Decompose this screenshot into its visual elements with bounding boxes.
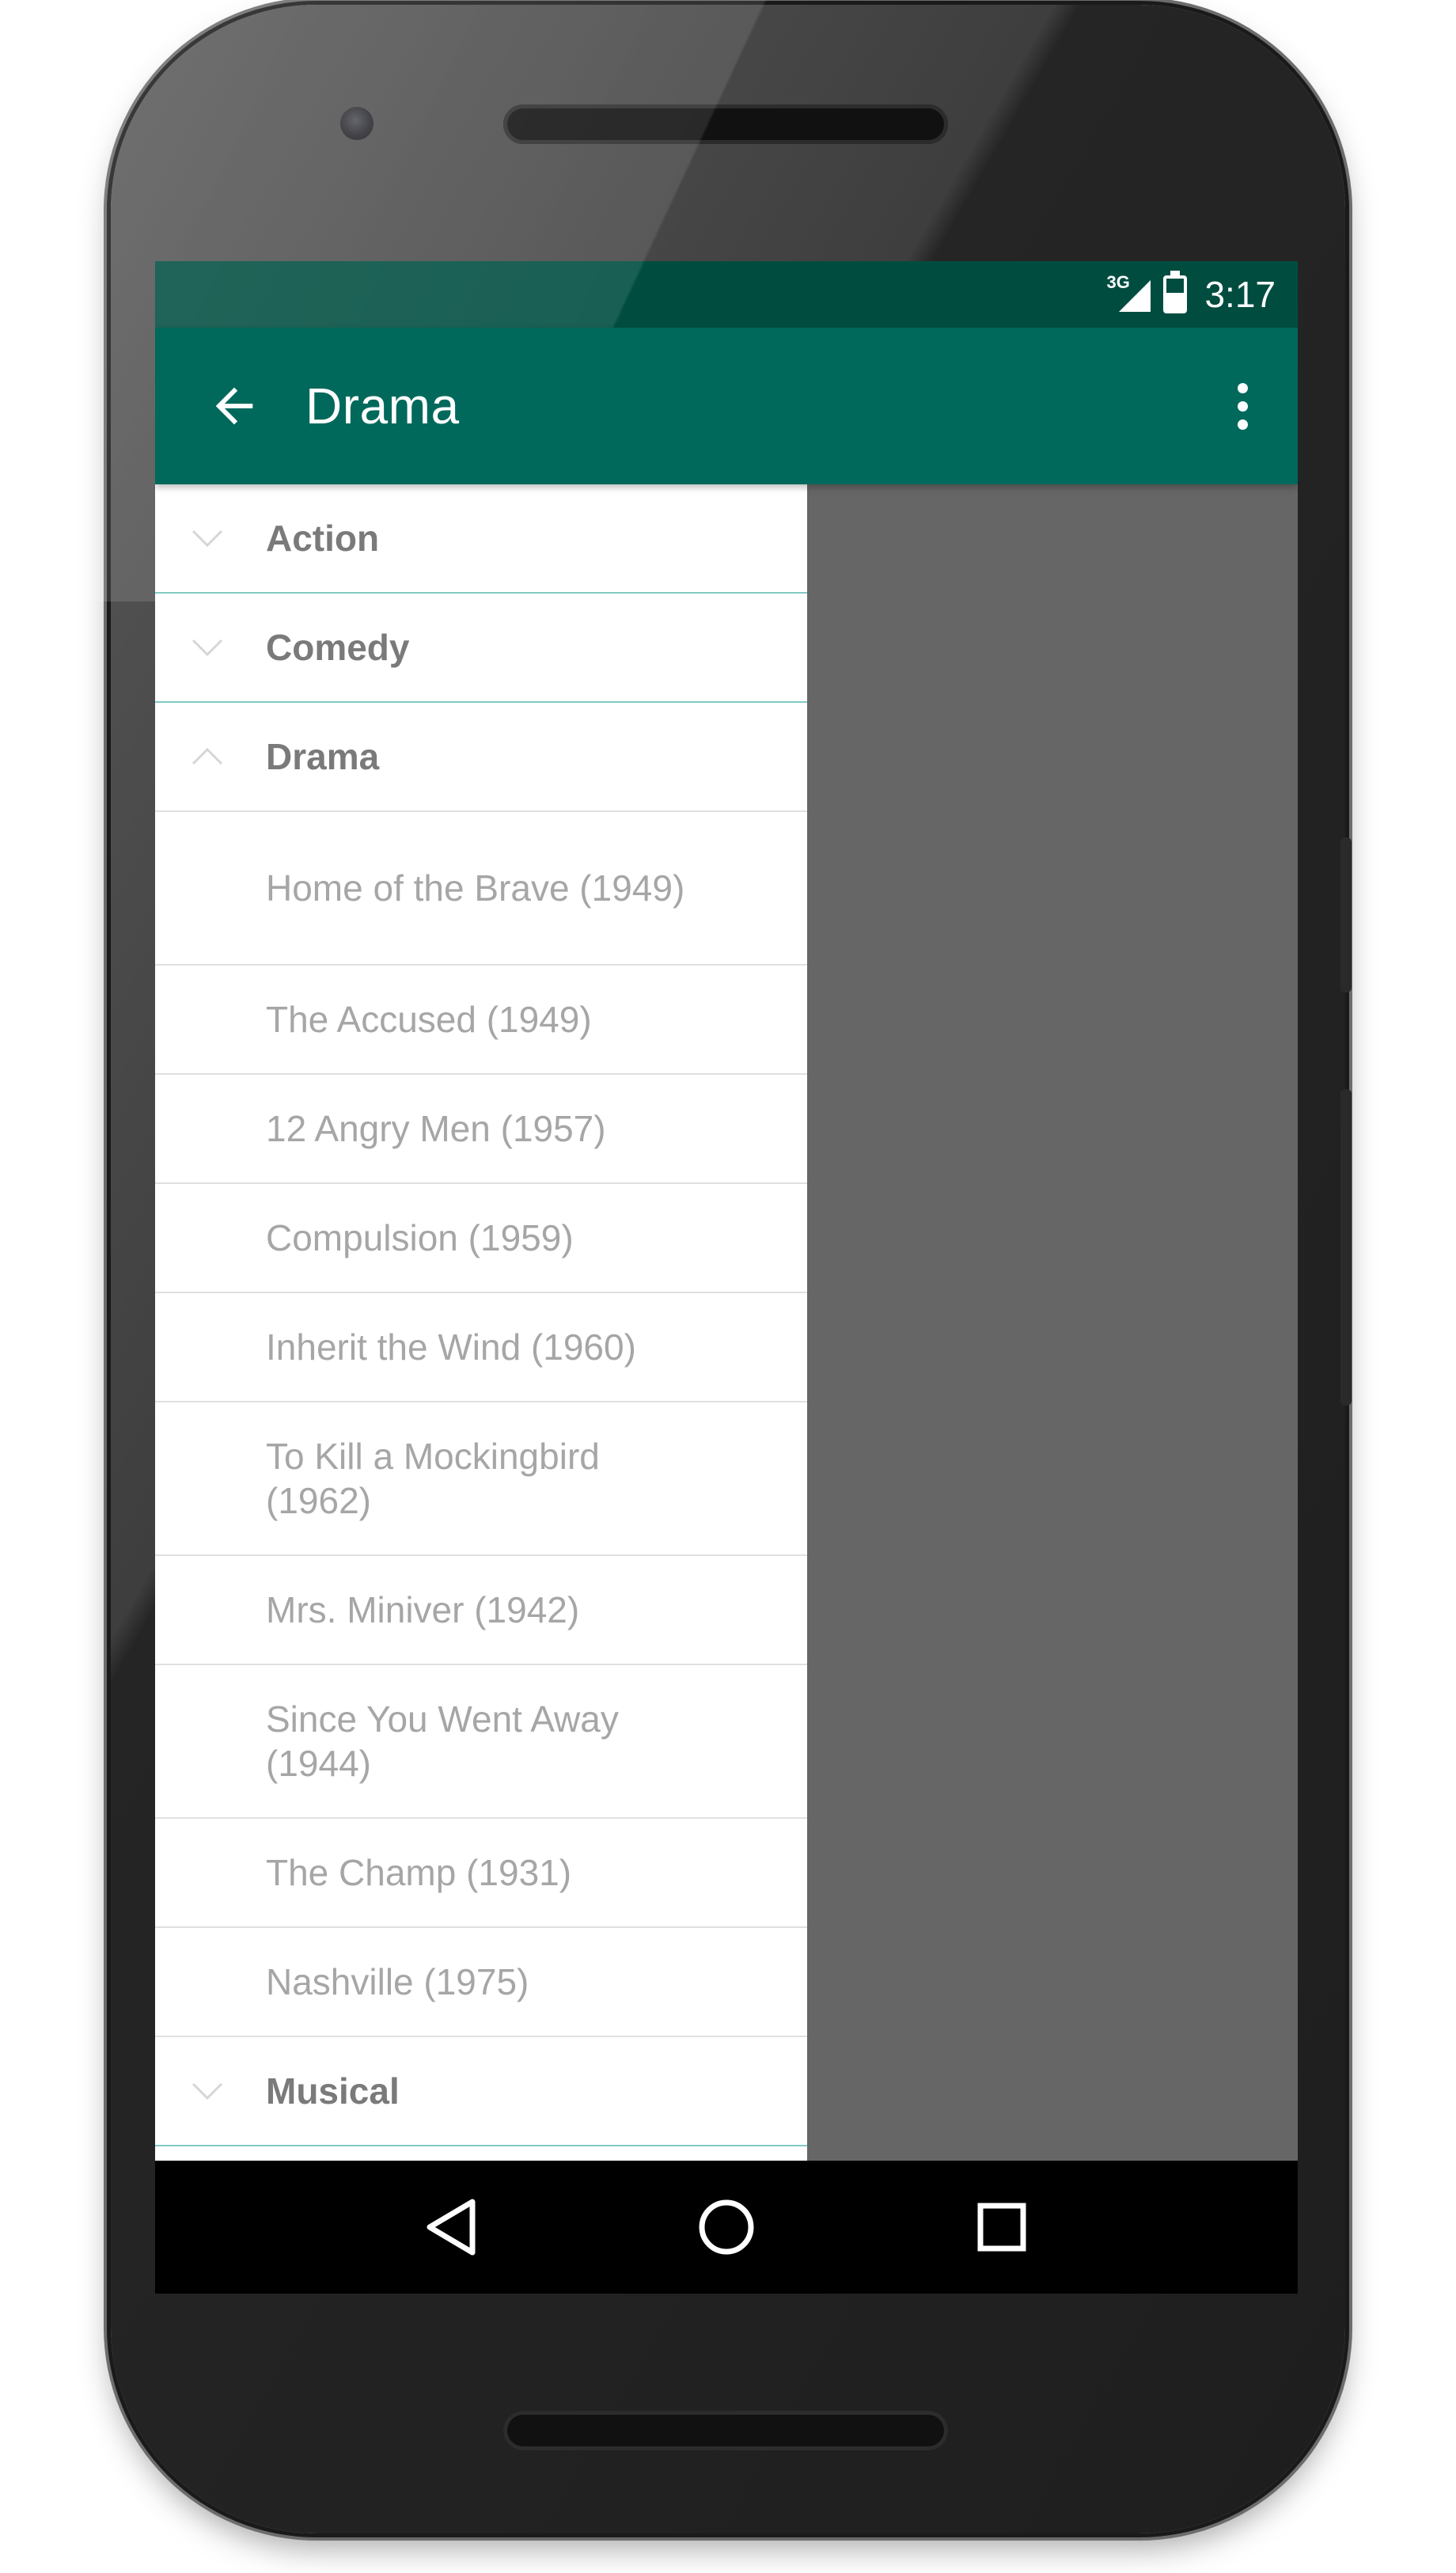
movie-title: To Kill a Mockingbird (1962) xyxy=(266,1436,600,1521)
signal-icon: 3G xyxy=(1106,272,1151,315)
group-row-comedy[interactable]: Comedy xyxy=(155,594,807,703)
movie-title: Inherit the Wind (1960) xyxy=(266,1326,636,1368)
list-item[interactable]: 12 Angry Men (1957) xyxy=(155,1075,807,1184)
movie-title: Since You Went Away (1944) xyxy=(266,1698,619,1784)
movie-title: The Champ (1931) xyxy=(266,1852,572,1893)
app-bar: Drama xyxy=(155,328,1298,484)
movie-title: Compulsion (1959) xyxy=(266,1217,574,1258)
volume-rocker xyxy=(1340,1089,1352,1406)
movie-title: 12 Angry Men (1957) xyxy=(266,1108,606,1149)
list-item[interactable]: Since You Went Away (1944) xyxy=(155,1665,807,1819)
list-item[interactable]: Mrs. Miniver (1942) xyxy=(155,1556,807,1665)
back-button[interactable] xyxy=(187,359,282,454)
status-bar: 3G 3:17 xyxy=(155,261,1298,328)
navigation-bar xyxy=(155,2161,1298,2294)
group-row-drama[interactable]: Drama xyxy=(155,703,807,812)
nav-recents-button[interactable] xyxy=(954,2180,1049,2275)
power-button xyxy=(1340,837,1352,992)
group-label: Comedy xyxy=(266,627,410,668)
overflow-menu-button[interactable] xyxy=(1211,359,1274,454)
nav-home-button[interactable] xyxy=(679,2180,774,2275)
earpiece-speaker xyxy=(503,104,948,144)
more-vert-icon xyxy=(1237,382,1248,393)
list-item[interactable]: The Champ (1931) xyxy=(155,1819,807,1928)
list-item[interactable]: Nashville (1975) xyxy=(155,1928,807,2037)
movie-title: The Accused (1949) xyxy=(266,999,592,1040)
list-item[interactable]: To Kill a Mockingbird (1962) xyxy=(155,1402,807,1556)
group-row-musical[interactable]: Musical xyxy=(155,2037,807,2146)
movie-title: Mrs. Miniver (1942) xyxy=(266,1589,580,1630)
movie-title: Nashville (1975) xyxy=(266,1961,529,2002)
movie-title: Home of the Brave (1949) xyxy=(266,867,685,909)
group-label: Drama xyxy=(266,736,380,777)
list-item[interactable]: Inherit the Wind (1960) xyxy=(155,1293,807,1402)
list-item[interactable]: The Accused (1949) xyxy=(155,966,807,1075)
chevron-down-icon xyxy=(191,2082,223,2101)
battery-icon xyxy=(1163,271,1188,313)
front-camera xyxy=(340,107,373,140)
group-row-action[interactable]: Action xyxy=(155,484,807,594)
screen: 3G 3:17 Drama Action Comedy Drama Home o… xyxy=(155,261,1298,2294)
chevron-up-icon xyxy=(191,747,223,765)
group-label: Musical xyxy=(266,2070,400,2112)
nav-back-button[interactable] xyxy=(404,2180,499,2275)
status-clock: 3:17 xyxy=(1204,274,1276,315)
group-label: Action xyxy=(266,518,380,559)
list-item[interactable]: Home of the Brave (1949) xyxy=(155,812,807,966)
genre-list: Action Comedy Drama Home of the Brave (1… xyxy=(155,484,807,2161)
chevron-down-icon xyxy=(191,529,223,548)
list-item[interactable]: Compulsion (1959) xyxy=(155,1184,807,1293)
chevron-down-icon xyxy=(191,639,223,657)
recents-square-icon xyxy=(977,2203,1026,2252)
page-title: Drama xyxy=(305,378,460,435)
arrow-back-icon xyxy=(215,387,253,425)
bottom-speaker xyxy=(503,2411,948,2450)
back-triangle-icon xyxy=(427,2199,476,2256)
home-circle-icon xyxy=(699,2199,754,2255)
